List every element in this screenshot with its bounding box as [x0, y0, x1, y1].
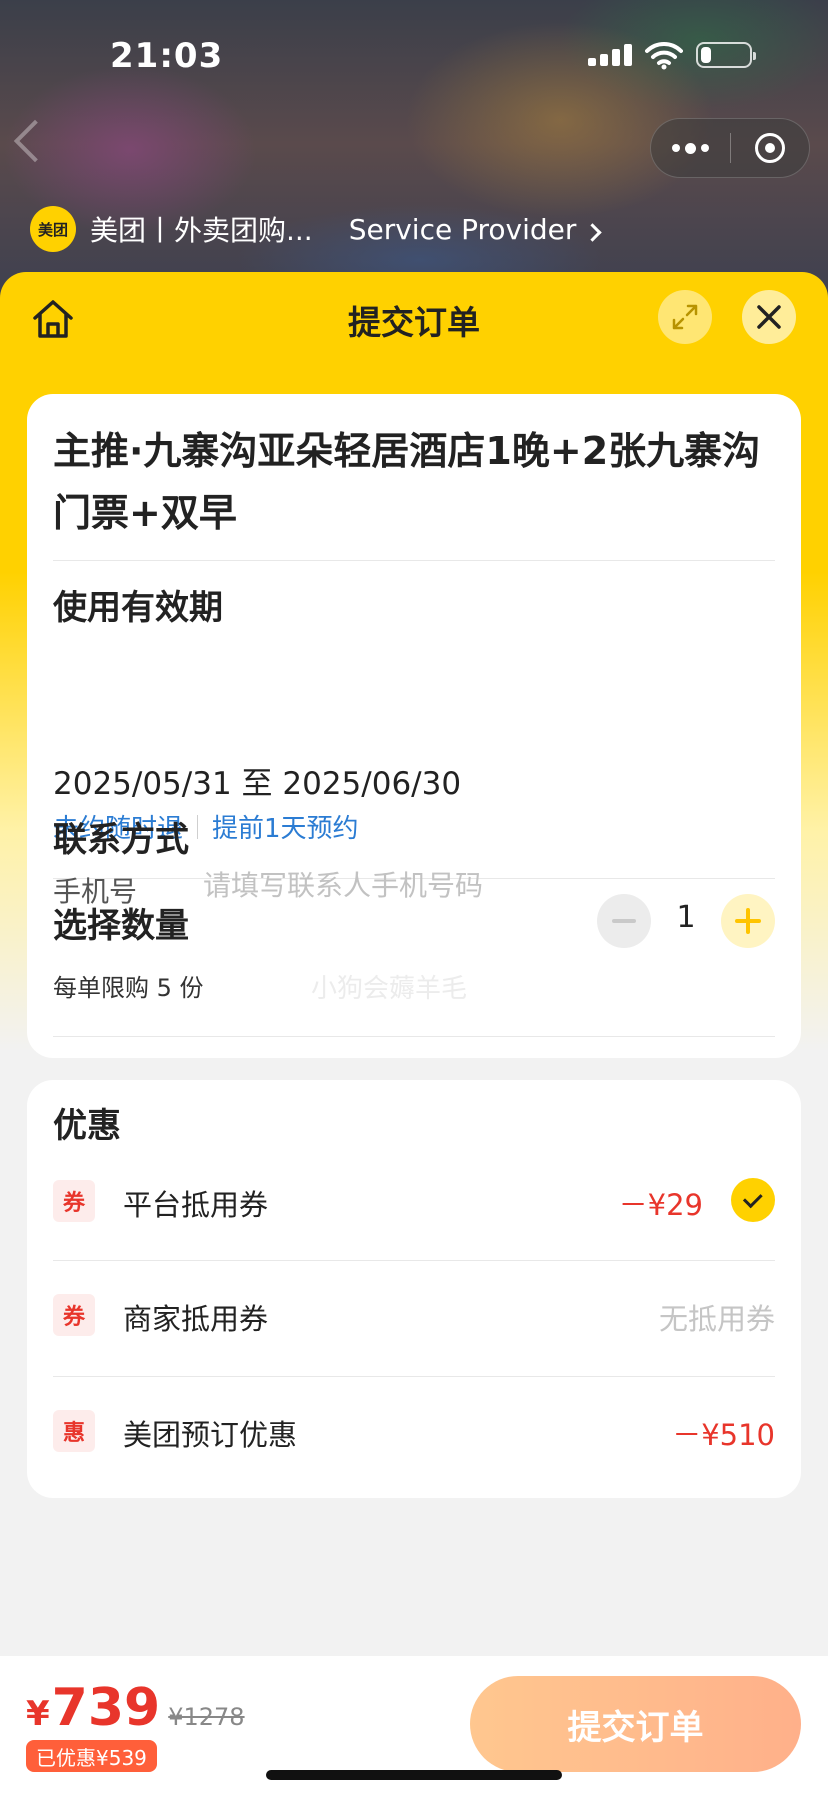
- coupon-badge: 券: [53, 1294, 95, 1336]
- home-indicator: [266, 1770, 562, 1780]
- discount-amount: －¥29: [618, 1188, 703, 1222]
- discount-amount: 无抵用券: [658, 1302, 775, 1336]
- mini-program-capsule: [650, 118, 810, 178]
- provider-row: 美团 美团丨外卖团购... Service Provider: [30, 206, 603, 252]
- target-icon[interactable]: [731, 118, 810, 178]
- discount-title: 优惠: [53, 1106, 121, 1146]
- coupon-badge: 券: [53, 1180, 95, 1222]
- discount-row-platform[interactable]: 券 平台抵用券 －¥29: [53, 1152, 775, 1252]
- currency-symbol: ¥: [26, 1694, 50, 1734]
- contact-label: 联系方式: [53, 820, 189, 860]
- phone-input[interactable]: [203, 862, 763, 908]
- promo-badge: 惠: [53, 1410, 95, 1452]
- price-value: 739: [51, 1678, 161, 1738]
- meituan-logo: 美团: [30, 206, 76, 252]
- check-icon[interactable]: [731, 1178, 775, 1222]
- divider: [53, 1260, 775, 1261]
- service-provider-link[interactable]: Service Provider: [348, 212, 603, 246]
- discount-amount: －¥510: [672, 1418, 775, 1452]
- sheet-header: 提交订单: [0, 272, 828, 364]
- phone-field-label: 手机号: [53, 875, 138, 908]
- total-price: ¥ 739 ¥1278: [26, 1678, 245, 1738]
- status-bar: 21:03: [0, 0, 828, 110]
- status-time: 21:03: [110, 36, 224, 76]
- discount-name: 商家抵用券: [123, 1302, 269, 1336]
- discount-name: 平台抵用券: [123, 1188, 269, 1222]
- expand-icon[interactable]: [658, 290, 712, 344]
- discount-name: 美团预订优惠: [123, 1418, 298, 1452]
- service-provider-label: Service Provider: [348, 212, 577, 246]
- cellular-signal-icon: [588, 44, 632, 66]
- saved-badge: 已优惠¥539: [26, 1740, 157, 1772]
- discount-row-merchant[interactable]: 券 商家抵用券 无抵用券: [53, 1266, 775, 1366]
- contact-section: 联系方式 手机号: [27, 394, 801, 1058]
- chevron-right-icon: [583, 222, 603, 242]
- battery-icon: [696, 42, 756, 68]
- wifi-icon: [645, 40, 683, 74]
- submit-order-button[interactable]: 提交订单: [470, 1676, 801, 1772]
- mini-program-name: 美团丨外卖团购...: [90, 214, 313, 247]
- discount-row-booking[interactable]: 惠 美团预订优惠 －¥510: [53, 1382, 775, 1482]
- close-icon[interactable]: [742, 290, 796, 344]
- original-price: ¥1278: [168, 1703, 245, 1731]
- more-icon[interactable]: [651, 118, 730, 178]
- discount-card: 优惠 券 平台抵用券 －¥29 券 商家抵用券 无抵用券 惠 美团预订优惠 －¥…: [27, 1080, 801, 1498]
- divider: [53, 1376, 775, 1377]
